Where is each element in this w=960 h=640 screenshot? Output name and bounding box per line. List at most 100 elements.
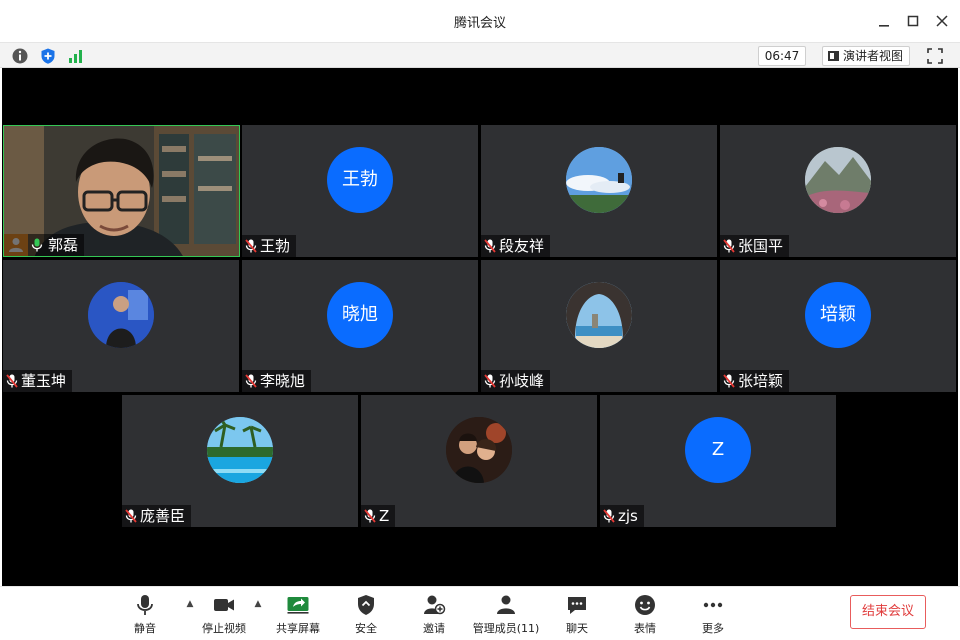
participant-name: 庞善臣	[140, 507, 186, 525]
close-button[interactable]	[932, 11, 952, 31]
meeting-timer: 06:47	[758, 46, 806, 66]
info-icon[interactable]	[11, 47, 29, 65]
microphone-icon	[31, 238, 43, 252]
manage-members-button[interactable]: 管理成员(11)	[469, 593, 543, 639]
speaker-view-label: 演讲者视图	[843, 49, 904, 63]
more-dots-icon	[703, 602, 723, 608]
close-icon	[936, 15, 948, 27]
participant-nameplate: 张培颖	[720, 370, 790, 392]
participant-tile[interactable]: 王勃 王勃	[242, 125, 478, 257]
minimize-button[interactable]	[874, 11, 894, 31]
video-grid: 郭磊 王勃 王勃 段友祥 张国平 董玉坤 晓旭 李晓旭 孙歧峰 培颖 张培颖 庞…	[2, 68, 958, 586]
participant-tile[interactable]: 晓旭 李晓旭	[242, 260, 478, 392]
more-button[interactable]: 更多	[678, 593, 748, 639]
status-bar: 06:47 演讲者视图	[0, 42, 960, 68]
participant-tile[interactable]: 庞善臣	[122, 395, 358, 527]
microphone-muted-icon	[125, 509, 137, 523]
participant-avatar: 晓旭	[327, 282, 393, 348]
participant-name: 董玉坤	[21, 372, 67, 390]
participant-avatar-photo	[446, 417, 512, 483]
participant-avatar-photo	[88, 282, 154, 348]
title-bar: 腾讯会议	[0, 0, 960, 42]
participant-name: 张培颖	[738, 372, 784, 390]
microphone-muted-icon	[603, 509, 615, 523]
participant-tile[interactable]: 孙歧峰	[481, 260, 717, 392]
smiley-icon	[635, 595, 655, 615]
window-title: 腾讯会议	[453, 16, 506, 31]
sky-photo-image	[566, 147, 632, 213]
participant-name: 段友祥	[499, 237, 545, 255]
participant-name: 张国平	[738, 237, 784, 255]
maximize-button[interactable]	[903, 11, 923, 31]
participant-name: zjs	[618, 507, 638, 525]
participant-nameplate: 庞善臣	[122, 505, 192, 527]
security-button[interactable]: 安全	[331, 593, 401, 639]
participant-nameplate: zjs	[600, 505, 644, 527]
participant-avatar-photo	[207, 417, 273, 483]
participant-name: 孙歧峰	[499, 372, 545, 390]
person-photo-image	[88, 282, 154, 348]
share-screen-label: 共享屏幕	[276, 622, 320, 635]
cave-beach-photo-image	[566, 282, 632, 348]
participant-tile[interactable]: 段友祥	[481, 125, 717, 257]
pool-photo-image	[207, 417, 273, 483]
microphone-muted-icon	[484, 374, 496, 388]
share-screen-icon	[287, 597, 309, 614]
microphone-muted-icon	[6, 374, 18, 388]
share-screen-button[interactable]: 共享屏幕	[263, 593, 333, 639]
couple-photo-image	[446, 417, 512, 483]
participant-nameplate: 郭磊	[4, 234, 85, 256]
end-meeting-button[interactable]: 结束会议	[850, 595, 926, 629]
add-user-icon	[424, 595, 446, 615]
participant-tile[interactable]: Z zjs	[600, 395, 836, 527]
security-label: 安全	[355, 622, 377, 635]
participant-avatar-photo	[805, 147, 871, 213]
participant-name: 王勃	[260, 237, 291, 255]
microphone-muted-icon	[245, 374, 257, 388]
microphone-muted-icon	[364, 509, 376, 523]
participant-nameplate: 段友祥	[481, 235, 551, 257]
participant-nameplate: 董玉坤	[3, 370, 73, 392]
maximize-icon	[907, 15, 919, 27]
invite-button[interactable]: 邀请	[399, 593, 469, 639]
participant-name: 郭磊	[48, 236, 79, 254]
reactions-label: 表情	[634, 622, 656, 635]
participant-tile[interactable]: Z	[361, 395, 597, 527]
microphone-muted-icon	[484, 239, 496, 253]
participant-avatar: Z	[685, 417, 751, 483]
stop-video-label: 停止视频	[202, 622, 246, 635]
video-camera-icon	[214, 599, 234, 611]
fullscreen-icon[interactable]	[926, 47, 944, 65]
microphone-muted-icon	[245, 239, 257, 253]
speaker-view-icon	[828, 51, 839, 61]
chat-button[interactable]: 聊天	[542, 593, 612, 639]
stop-video-button[interactable]: 停止视频	[189, 593, 259, 639]
reactions-button[interactable]: 表情	[610, 593, 680, 639]
invite-label: 邀请	[423, 622, 445, 635]
manage-members-label: 管理成员(11)	[472, 622, 540, 635]
shield-icon	[358, 595, 374, 615]
participant-avatar-photo	[566, 147, 632, 213]
mountain-photo-image	[805, 147, 871, 213]
mute-label: 静音	[134, 622, 156, 635]
mute-button[interactable]: 静音	[110, 593, 180, 639]
participant-tile[interactable]: 郭磊	[3, 125, 240, 257]
members-icon	[497, 595, 515, 614]
participant-nameplate: Z	[361, 505, 396, 527]
signal-strength-icon[interactable]	[67, 47, 85, 65]
microphone-muted-icon	[723, 239, 735, 253]
participant-tile[interactable]: 张国平	[720, 125, 956, 257]
minimize-icon	[879, 25, 889, 27]
participant-avatar-photo	[566, 282, 632, 348]
chat-bubble-icon	[568, 597, 586, 614]
participant-nameplate: 张国平	[720, 235, 790, 257]
shield-icon[interactable]	[39, 47, 57, 65]
participant-tile[interactable]: 培颖 张培颖	[720, 260, 956, 392]
speaker-view-button[interactable]: 演讲者视图	[822, 46, 910, 66]
participant-name: 李晓旭	[260, 372, 306, 390]
participant-nameplate: 李晓旭	[242, 370, 312, 392]
participant-nameplate: 孙歧峰	[481, 370, 551, 392]
participant-tile[interactable]: 董玉坤	[3, 260, 239, 392]
microphone-icon	[137, 595, 153, 615]
participant-nameplate: 王勃	[242, 235, 297, 257]
